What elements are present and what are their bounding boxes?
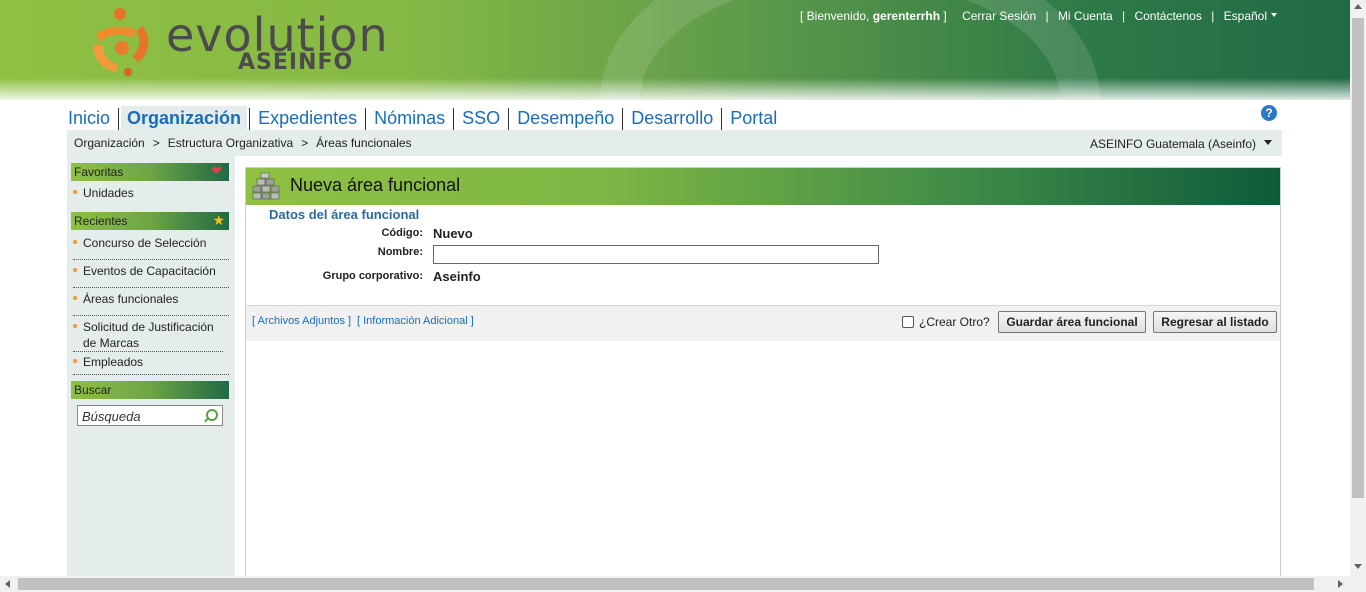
additional-info-link[interactable]: [ Información Adicional ] <box>357 315 474 327</box>
contact-link[interactable]: Contáctenos <box>1134 9 1201 23</box>
code-value: Nuevo <box>433 226 473 241</box>
form-panel: Nueva área funcional Datos del área func… <box>245 167 1281 576</box>
code-label: Código: <box>381 227 423 239</box>
scroll-thumb[interactable] <box>18 578 1314 590</box>
nav-item-desempeno[interactable]: Desempeño <box>511 106 620 130</box>
group-label: Grupo corporativo: <box>322 270 423 282</box>
sidebar-item-label: Áreas funcionales <box>83 292 179 306</box>
welcome-prefix: [ Bienvenido, <box>800 9 873 23</box>
sidebar-item-label: Empleados <box>83 355 144 369</box>
page-title: Nueva área funcional <box>290 175 461 195</box>
back-to-list-button[interactable]: Regresar al listado <box>1153 311 1277 333</box>
sidebar-item-empleados[interactable]: Empleados <box>73 354 229 375</box>
search-input[interactable] <box>80 407 204 426</box>
sidebar-item-label: Solicitud de Justificación de Marcas <box>83 320 214 350</box>
nav-item-expedientes[interactable]: Expedientes <box>252 106 363 130</box>
caret-down-icon <box>1271 12 1278 17</box>
recent-header: Recientes ★ <box>71 212 229 230</box>
save-button[interactable]: Guardar área funcional <box>998 311 1146 333</box>
breadcrumb-item[interactable]: Estructura Organizativa <box>168 136 293 150</box>
sidebar-item-concurso[interactable]: Concurso de Selección <box>73 235 229 260</box>
name-input[interactable] <box>433 245 879 264</box>
star-icon: ★ <box>212 212 225 228</box>
welcome-suffix: ] <box>940 9 947 23</box>
section-title: Datos del área funcional <box>269 207 420 222</box>
nav-item-portal[interactable]: Portal <box>724 106 783 130</box>
bullet-icon <box>73 324 77 328</box>
nav-divider <box>118 108 120 130</box>
panel-header: Nueva área funcional <box>246 168 1280 205</box>
search-title: Buscar <box>74 383 112 397</box>
sidebar-item-label: Unidades <box>83 186 134 200</box>
bullet-icon <box>73 190 77 194</box>
welcome-username: gerenterrhh <box>872 9 941 23</box>
scroll-down-icon[interactable] <box>1354 564 1362 569</box>
name-label: Nombre: <box>377 246 423 258</box>
account-link[interactable]: Mi Cuenta <box>1058 9 1113 23</box>
nav-divider <box>721 108 723 130</box>
top-link-separator: | <box>1211 9 1215 23</box>
top-links: [ Bienvenido, gerenterrhh ] Cerrar Sesió… <box>800 9 1278 23</box>
favorites-header: Favoritas ❤ <box>71 163 229 181</box>
sidebar-item-eventos[interactable]: Eventos de Capacitación <box>73 263 229 288</box>
nav-divider <box>508 108 510 130</box>
breadcrumb-separator: > <box>152 136 160 150</box>
sidebar: Favoritas ❤ Unidades Recientes ★ Concurs… <box>67 156 235 576</box>
favorites-title: Favoritas <box>74 165 124 179</box>
header-banner: evolution ASEINFO [ Bienvenido, gerenter… <box>0 0 1350 100</box>
sidebar-item-areas[interactable]: Áreas funcionales <box>73 291 229 316</box>
scroll-up-icon[interactable] <box>1354 4 1362 9</box>
breadcrumb-item[interactable]: Organización <box>74 136 145 150</box>
bullet-icon <box>73 296 77 300</box>
bullet-icon <box>73 268 77 272</box>
group-value: Aseinfo <box>433 269 481 284</box>
nav-divider <box>365 108 367 130</box>
recent-title: Recientes <box>74 214 128 228</box>
help-icon[interactable]: ? <box>1261 105 1277 121</box>
sidebar-item-label: Eventos de Capacitación <box>83 264 216 278</box>
logo-subtitle: ASEINFO <box>238 50 354 75</box>
horizontal-scrollbar[interactable] <box>0 576 1366 592</box>
bullet-icon <box>73 240 77 244</box>
nav-divider <box>622 108 624 130</box>
nav-divider <box>453 108 455 130</box>
company-selector-label[interactable]: ASEINFO Guatemala (Aseinfo) <box>1090 137 1256 151</box>
scroll-right-icon[interactable] <box>1338 580 1343 588</box>
top-link-separator: | <box>1045 9 1049 23</box>
logo-mark-icon <box>93 8 149 76</box>
caret-down-icon[interactable] <box>1264 140 1272 145</box>
main-nav: Inicio Organización Expedientes Nóminas … <box>62 104 783 130</box>
logout-link[interactable]: Cerrar Sesión <box>962 9 1036 23</box>
vertical-scrollbar[interactable] <box>1350 0 1366 576</box>
nav-item-sso[interactable]: SSO <box>456 106 506 130</box>
action-bar: [ Archivos Adjuntos ] [ Información Adic… <box>246 305 1280 341</box>
nav-item-desarrollo[interactable]: Desarrollo <box>625 106 719 130</box>
language-label: Español <box>1223 9 1268 23</box>
search-header: Buscar <box>71 381 229 399</box>
heart-icon: ❤ <box>211 163 222 178</box>
scroll-thumb[interactable] <box>1352 18 1364 498</box>
bullet-icon <box>73 359 77 363</box>
breadcrumb: Organización > Estructura Organizativa > Áre… <box>74 136 412 150</box>
nav-divider <box>249 108 251 130</box>
logo[interactable]: evolution ASEINFO <box>88 4 388 84</box>
building-blocks-icon <box>252 172 280 200</box>
nav-item-organizacion[interactable]: Organización <box>121 106 248 130</box>
top-link-separator: | <box>1121 9 1126 23</box>
search-box <box>77 405 223 426</box>
language-selector[interactable]: Español <box>1223 9 1278 23</box>
sidebar-item-solicitud[interactable]: Solicitud de Justificación de Marcas <box>73 319 223 352</box>
nav-item-nominas[interactable]: Nóminas <box>368 106 451 130</box>
create-another-checkbox[interactable] <box>902 316 914 328</box>
scroll-left-icon[interactable] <box>5 580 10 588</box>
attachments-link[interactable]: [ Archivos Adjuntos ] <box>252 315 351 327</box>
search-icon[interactable] <box>206 409 218 421</box>
sidebar-item-unidades[interactable]: Unidades <box>73 185 229 201</box>
sidebar-item-label: Concurso de Selección <box>83 236 207 250</box>
create-another-label[interactable]: ¿Crear Otro? <box>919 315 990 329</box>
breadcrumb-separator: > <box>301 136 309 150</box>
breadcrumb-bar: Organización > Estructura Organizativa > Áre… <box>67 130 1282 156</box>
breadcrumb-item-current: Áreas funcionales <box>316 136 412 150</box>
nav-item-inicio[interactable]: Inicio <box>62 106 116 130</box>
